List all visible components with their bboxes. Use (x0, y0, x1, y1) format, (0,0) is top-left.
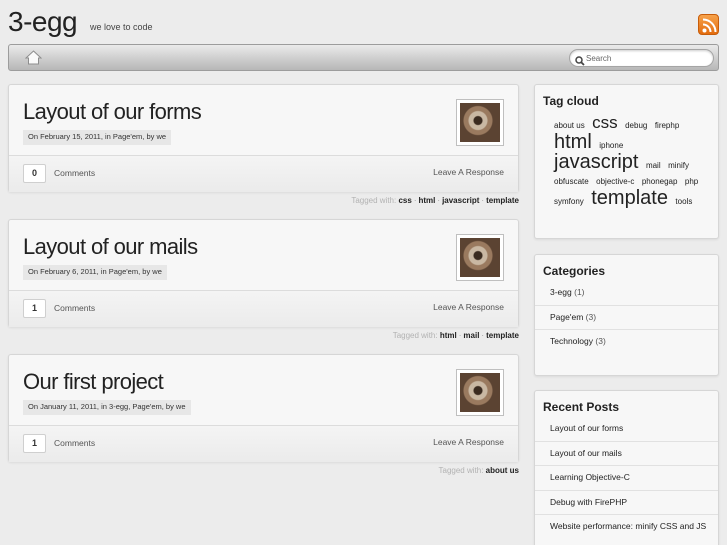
tag-cloud-link[interactable]: mail (646, 161, 661, 170)
site-tagline: we love to code (90, 22, 153, 32)
tag-cloud-link[interactable]: iphone (599, 141, 623, 150)
comments-link[interactable]: Comments (54, 168, 95, 178)
post-tags: Tagged with: about us (439, 466, 520, 475)
category-count: (3) (595, 336, 606, 346)
tag-cloud-link[interactable]: firephp (655, 121, 679, 130)
post-meta: On February 6, 2011, in Page'em, by we (23, 265, 167, 280)
post-footer: 0 Comments Leave A Response (9, 155, 518, 192)
tag-cloud-link[interactable]: symfony (554, 197, 584, 206)
recent-post-link[interactable]: Website performance: minify CSS and JS (535, 515, 718, 545)
tag-cloud-link[interactable]: template (591, 187, 668, 209)
tagged-label: Tagged with: (438, 466, 484, 475)
recent-post-link[interactable]: Layout of our forms (535, 417, 718, 442)
leave-response-link[interactable]: Leave A Response (433, 167, 504, 177)
rss-feed-button[interactable] (698, 14, 719, 35)
tag-cloud-link[interactable]: minify (668, 161, 689, 170)
recent-posts-list: Layout of our forms Layout of our mails … (535, 417, 718, 545)
categories-list: 3-egg (1) Page'em (3) Technology (3) (535, 281, 718, 355)
post-title[interactable]: Our first project (23, 369, 164, 395)
post-card: Our first project On January 11, 2011, i… (8, 354, 519, 462)
author-avatar (456, 369, 504, 416)
tag-cloud-link[interactable]: objective-c (596, 177, 634, 186)
search-box[interactable] (569, 49, 714, 67)
post-meta: On February 15, 2011, in Page'em, by we (23, 130, 172, 145)
tag-cloud-link[interactable]: obfuscate (554, 177, 589, 186)
search-input[interactable] (586, 52, 706, 64)
tag-link[interactable]: html (419, 196, 436, 205)
site-title[interactable]: 3-egg (8, 6, 78, 38)
comment-count-badge[interactable]: 1 (23, 299, 46, 318)
recent-posts-widget: Recent Posts Layout of our forms Layout … (534, 390, 719, 545)
rss-icon (702, 18, 717, 33)
tag-cloud-link[interactable]: html (554, 131, 592, 153)
comment-count-badge[interactable]: 1 (23, 434, 46, 453)
widget-title: Categories (543, 264, 606, 278)
author-avatar (456, 234, 504, 281)
tag-cloud-link[interactable]: css (592, 113, 618, 132)
tag-link[interactable]: about us (486, 466, 519, 475)
comments-link[interactable]: Comments (54, 438, 95, 448)
tag-cloud-link[interactable]: javascript (554, 151, 638, 173)
tag-link[interactable]: css (398, 196, 411, 205)
category-count: (1) (574, 287, 585, 297)
leave-response-link[interactable]: Leave A Response (433, 437, 504, 447)
categories-widget: Categories 3-egg (1) Page'em (3) Technol… (534, 254, 719, 376)
tag-cloud: about us css debug firephp html iphone j… (554, 114, 704, 209)
post-tags: Tagged with: css · html · javascript · templat… (351, 196, 519, 205)
post-title[interactable]: Layout of our forms (23, 99, 202, 125)
post-title[interactable]: Layout of our mails (23, 234, 198, 260)
nav-bar (8, 44, 719, 71)
category-count: (3) (585, 311, 597, 322)
tag-cloud-link[interactable]: phonegap (642, 177, 678, 186)
category-item[interactable]: Page'em (3) (535, 306, 718, 330)
post-tags: Tagged with: html · mail · template (392, 331, 519, 340)
home-icon[interactable] (24, 50, 43, 70)
post-meta: On January 11, 2011, in 3-egg, Page'em, … (23, 400, 191, 415)
tag-cloud-link[interactable]: php (685, 177, 698, 186)
comment-count-badge[interactable]: 0 (23, 164, 46, 183)
comments-link[interactable]: Comments (54, 303, 95, 313)
tagged-label: Tagged with: (392, 331, 438, 340)
widget-title: Tag cloud (543, 94, 599, 108)
category-item[interactable]: Technology (3) (535, 330, 718, 355)
tag-cloud-link[interactable]: debug (625, 121, 647, 130)
author-avatar (456, 99, 504, 146)
tag-link[interactable]: template (486, 196, 519, 205)
post-card: Layout of our forms On February 15, 2011… (8, 84, 519, 192)
category-label[interactable]: 3-egg (550, 287, 572, 297)
tag-link[interactable]: html (440, 331, 457, 340)
widget-title: Recent Posts (543, 400, 620, 414)
category-item[interactable]: 3-egg (1) (535, 281, 718, 306)
tag-link[interactable]: mail (463, 331, 479, 340)
category-label[interactable]: Technology (550, 336, 593, 346)
tag-link[interactable]: javascript (442, 196, 479, 205)
category-label[interactable]: Page'em (550, 312, 583, 322)
recent-post-link[interactable]: Layout of our mails (535, 442, 718, 466)
post-footer: 1 Comments Leave A Response (9, 290, 518, 327)
tagged-label: Tagged with: (351, 196, 397, 205)
recent-post-link[interactable]: Learning Objective-C (535, 466, 718, 491)
recent-post-link[interactable]: Debug with FirePHP (535, 491, 718, 515)
tag-cloud-widget: Tag cloud about us css debug firephp htm… (534, 84, 719, 239)
tag-link[interactable]: template (486, 331, 519, 340)
search-icon (575, 53, 585, 71)
post-footer: 1 Comments Leave A Response (9, 425, 518, 462)
tag-cloud-link[interactable]: about us (554, 121, 585, 130)
post-card: Layout of our mails On February 6, 2011,… (8, 219, 519, 327)
tag-cloud-link[interactable]: tools (675, 197, 692, 206)
leave-response-link[interactable]: Leave A Response (433, 302, 504, 312)
